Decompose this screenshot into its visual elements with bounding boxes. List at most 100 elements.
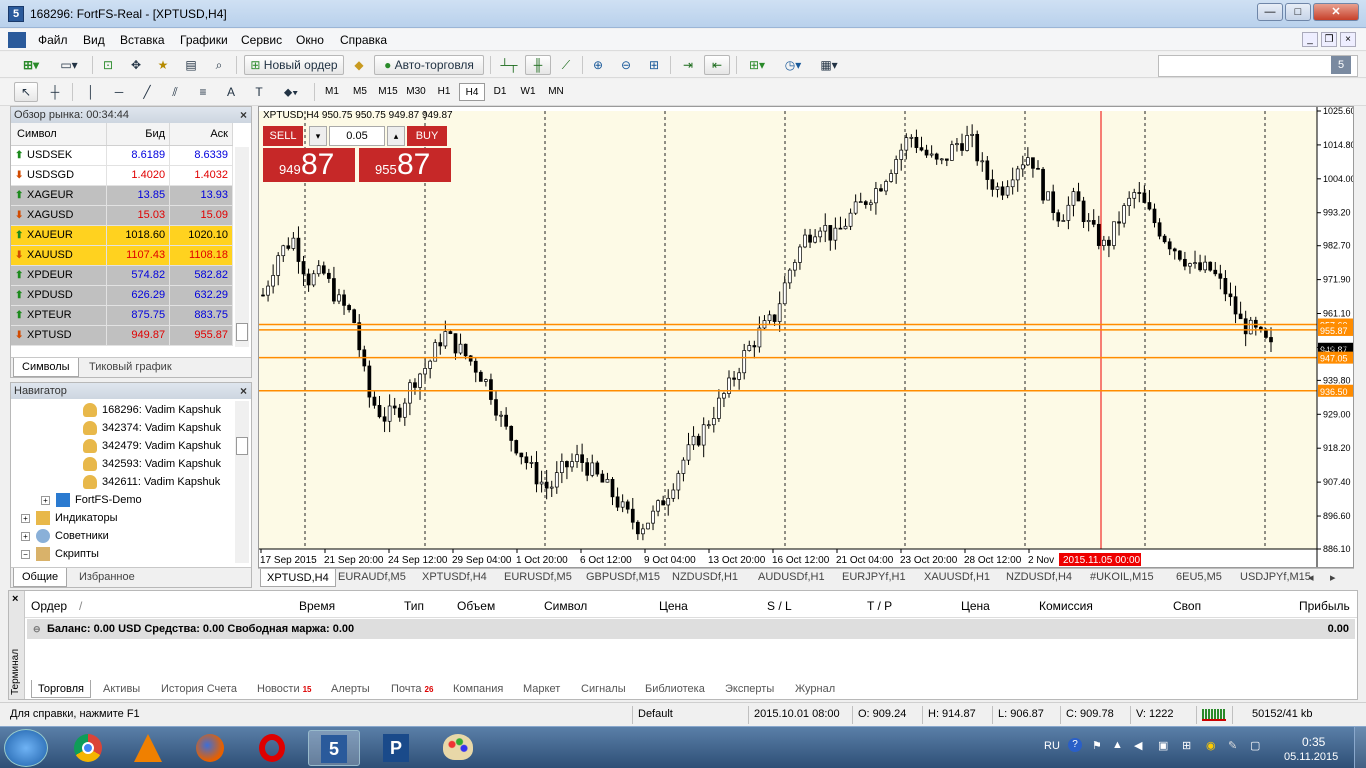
scripts-item[interactable]: − Скрипты bbox=[21, 545, 99, 563]
menu-help[interactable]: Справка bbox=[340, 33, 387, 47]
timeframe-m1[interactable]: M1 bbox=[319, 83, 345, 101]
account-item[interactable]: 168296: Vadim Kapshuk bbox=[83, 401, 221, 419]
profiles-icon[interactable]: ▭▾ bbox=[52, 55, 86, 75]
lot-size-input[interactable]: 0.05 bbox=[329, 126, 385, 146]
account-item[interactable]: 342593: Vadim Kapshuk bbox=[83, 455, 221, 473]
market-watch-row[interactable]: ⬇ USDSGD 1.4020 1.4032 bbox=[11, 165, 233, 186]
tab-tick-chart[interactable]: Тиковый график bbox=[81, 358, 180, 377]
buy-price[interactable]: 955 87 bbox=[359, 148, 451, 182]
mdi-restore-button[interactable]: ❐ bbox=[1321, 32, 1337, 47]
menu-tools[interactable]: Сервис bbox=[241, 33, 282, 47]
terminal-column-header[interactable]: Объем bbox=[457, 599, 495, 613]
terminal-column-header[interactable]: Время bbox=[299, 599, 335, 613]
terminal-column-header[interactable]: Тип bbox=[404, 599, 424, 613]
terminal-close-icon[interactable]: × bbox=[12, 593, 18, 605]
expand-icon[interactable]: + bbox=[41, 495, 50, 505]
bar-chart-icon[interactable]: ┴┬ bbox=[498, 55, 520, 75]
terminal-column-header[interactable]: Цена bbox=[659, 599, 688, 613]
firefox-icon[interactable] bbox=[184, 730, 236, 766]
new-order-button[interactable]: ⊞ Новый ордер bbox=[244, 55, 344, 75]
timeframe-m5[interactable]: M5 bbox=[347, 83, 373, 101]
timeframe-m30[interactable]: M30 bbox=[403, 83, 429, 101]
chart-tab[interactable]: XPTUSD,H4 bbox=[260, 569, 336, 587]
help-icon[interactable]: ? bbox=[1068, 738, 1082, 752]
chart-tab[interactable]: GBPUSDf,M15 bbox=[586, 571, 660, 583]
tab-common[interactable]: Общие bbox=[13, 568, 68, 587]
cursor-icon[interactable]: ↖ bbox=[14, 82, 38, 102]
start-button[interactable] bbox=[4, 729, 48, 767]
chart-tab[interactable]: EURJPYf,H1 bbox=[842, 571, 906, 583]
network-icon[interactable]: ▣ bbox=[1158, 739, 1168, 752]
auto-trading-button[interactable]: ● Авто-торговля bbox=[374, 55, 484, 75]
chart-tab[interactable]: EURUSDf,M5 bbox=[504, 571, 572, 583]
market-watch-row[interactable]: ⬇ XAGUSD 15.03 15.09 bbox=[11, 205, 233, 226]
paint-icon[interactable] bbox=[432, 730, 484, 766]
terminal-tab[interactable]: Торговля bbox=[31, 680, 91, 698]
terminal-tab[interactable]: Новости 15 bbox=[257, 680, 312, 698]
metatrader4-icon[interactable]: P bbox=[370, 730, 422, 766]
timeframe-h4[interactable]: H4 bbox=[459, 83, 485, 101]
terminal-tab[interactable]: Почта 26 bbox=[391, 680, 433, 698]
terminal-column-header[interactable]: S / L bbox=[767, 599, 792, 613]
timeframe-d1[interactable]: D1 bbox=[487, 83, 513, 101]
templates-icon[interactable]: ▦▾ bbox=[814, 55, 844, 75]
market-watch-row[interactable]: ⬆ XPTEUR 875.75 883.75 bbox=[11, 305, 233, 326]
terminal-tab[interactable]: Журнал bbox=[795, 680, 835, 698]
mdi-minimize-button[interactable]: _ bbox=[1302, 32, 1318, 47]
periods-icon[interactable]: ◷▾ bbox=[778, 55, 808, 75]
server-item[interactable]: + FortFS-Demo bbox=[41, 491, 142, 509]
navigator-scrollbar[interactable] bbox=[235, 401, 249, 563]
tabs-scroll-right-icon[interactable]: ▸ bbox=[1330, 571, 1336, 584]
collapse-icon[interactable]: − bbox=[21, 549, 30, 559]
search-input[interactable]: ⌕ bbox=[1158, 55, 1358, 77]
fibonacci-icon[interactable]: ≡ bbox=[192, 82, 214, 102]
windows-icon[interactable]: ⊞ bbox=[1182, 739, 1191, 752]
show-desktop-button[interactable] bbox=[1354, 727, 1366, 768]
monitor-icon[interactable]: ▢ bbox=[1250, 739, 1260, 752]
vlc-icon[interactable] bbox=[122, 730, 174, 766]
metatrader-icon[interactable]: 5 bbox=[308, 730, 360, 766]
tool-icon[interactable]: ✎ bbox=[1228, 739, 1237, 752]
indicators-icon[interactable]: ⊞▾ bbox=[742, 55, 772, 75]
market-watch-row[interactable]: ⬆ XPDUSD 626.29 632.29 bbox=[11, 285, 233, 306]
market-watch-icon[interactable]: ⊡ bbox=[98, 55, 118, 75]
zoom-in-icon[interactable]: ⊕ bbox=[587, 55, 609, 75]
account-item[interactable]: 342611: Vadim Kapshuk bbox=[83, 473, 220, 491]
text-label-icon[interactable]: T bbox=[248, 82, 270, 102]
arrows-icon[interactable]: ⬥▾ bbox=[276, 82, 306, 102]
market-watch-row[interactable]: ⬆ XAGEUR 13.85 13.93 bbox=[11, 185, 233, 206]
column-bid[interactable]: Бид bbox=[106, 123, 171, 146]
expand-icon[interactable]: + bbox=[21, 513, 30, 523]
chart-tab[interactable]: NZDUSDf,H4 bbox=[1006, 571, 1072, 583]
metaeditor-icon[interactable]: ◆ bbox=[348, 55, 370, 75]
trendline-icon[interactable]: ╱ bbox=[136, 82, 158, 102]
terminal-column-header[interactable]: Своп bbox=[1173, 599, 1201, 613]
chart-tab[interactable]: NZDUSDf,H1 bbox=[672, 571, 738, 583]
minimize-button[interactable]: — bbox=[1257, 3, 1283, 21]
market-watch-row[interactable]: ⬇ XAUUSD 1107.43 1108.18 bbox=[11, 245, 233, 266]
security-icon[interactable]: ◉ bbox=[1206, 739, 1216, 752]
candlestick-chart-icon[interactable]: ╫ bbox=[525, 55, 551, 75]
tester-icon[interactable]: ⌕ bbox=[208, 55, 230, 75]
new-chart-icon[interactable]: ⊞▾ bbox=[16, 55, 46, 75]
navigator-icon[interactable]: ★ bbox=[152, 55, 174, 75]
line-chart-icon[interactable]: ⟋ bbox=[555, 55, 577, 75]
menu-charts[interactable]: Графики bbox=[180, 33, 228, 47]
terminal-icon[interactable]: ▤ bbox=[180, 55, 202, 75]
mdi-close-button[interactable]: × bbox=[1340, 32, 1356, 47]
terminal-tab[interactable]: Эксперты bbox=[725, 680, 774, 698]
tile-windows-icon[interactable]: ⊞ bbox=[643, 55, 665, 75]
chart-tab[interactable]: #UKOIL,M15 bbox=[1090, 571, 1154, 583]
sell-button[interactable]: SELL bbox=[263, 126, 303, 146]
terminal-column-header[interactable]: Символ bbox=[544, 599, 587, 613]
sell-price[interactable]: 949 87 bbox=[263, 148, 355, 182]
account-item[interactable]: 342374: Vadim Kapshuk bbox=[83, 419, 221, 437]
market-watch-scrollbar[interactable] bbox=[235, 147, 249, 347]
opera-icon[interactable] bbox=[246, 730, 298, 766]
column-ask[interactable]: Аск bbox=[169, 123, 233, 146]
equidistant-channel-icon[interactable]: ⫽ bbox=[164, 82, 186, 102]
horizontal-line-icon[interactable]: ─ bbox=[108, 82, 130, 102]
menu-file[interactable]: Файл bbox=[38, 33, 68, 47]
chart-tab[interactable]: XPTUSDf,H4 bbox=[422, 571, 487, 583]
maximize-button[interactable]: □ bbox=[1285, 3, 1311, 21]
